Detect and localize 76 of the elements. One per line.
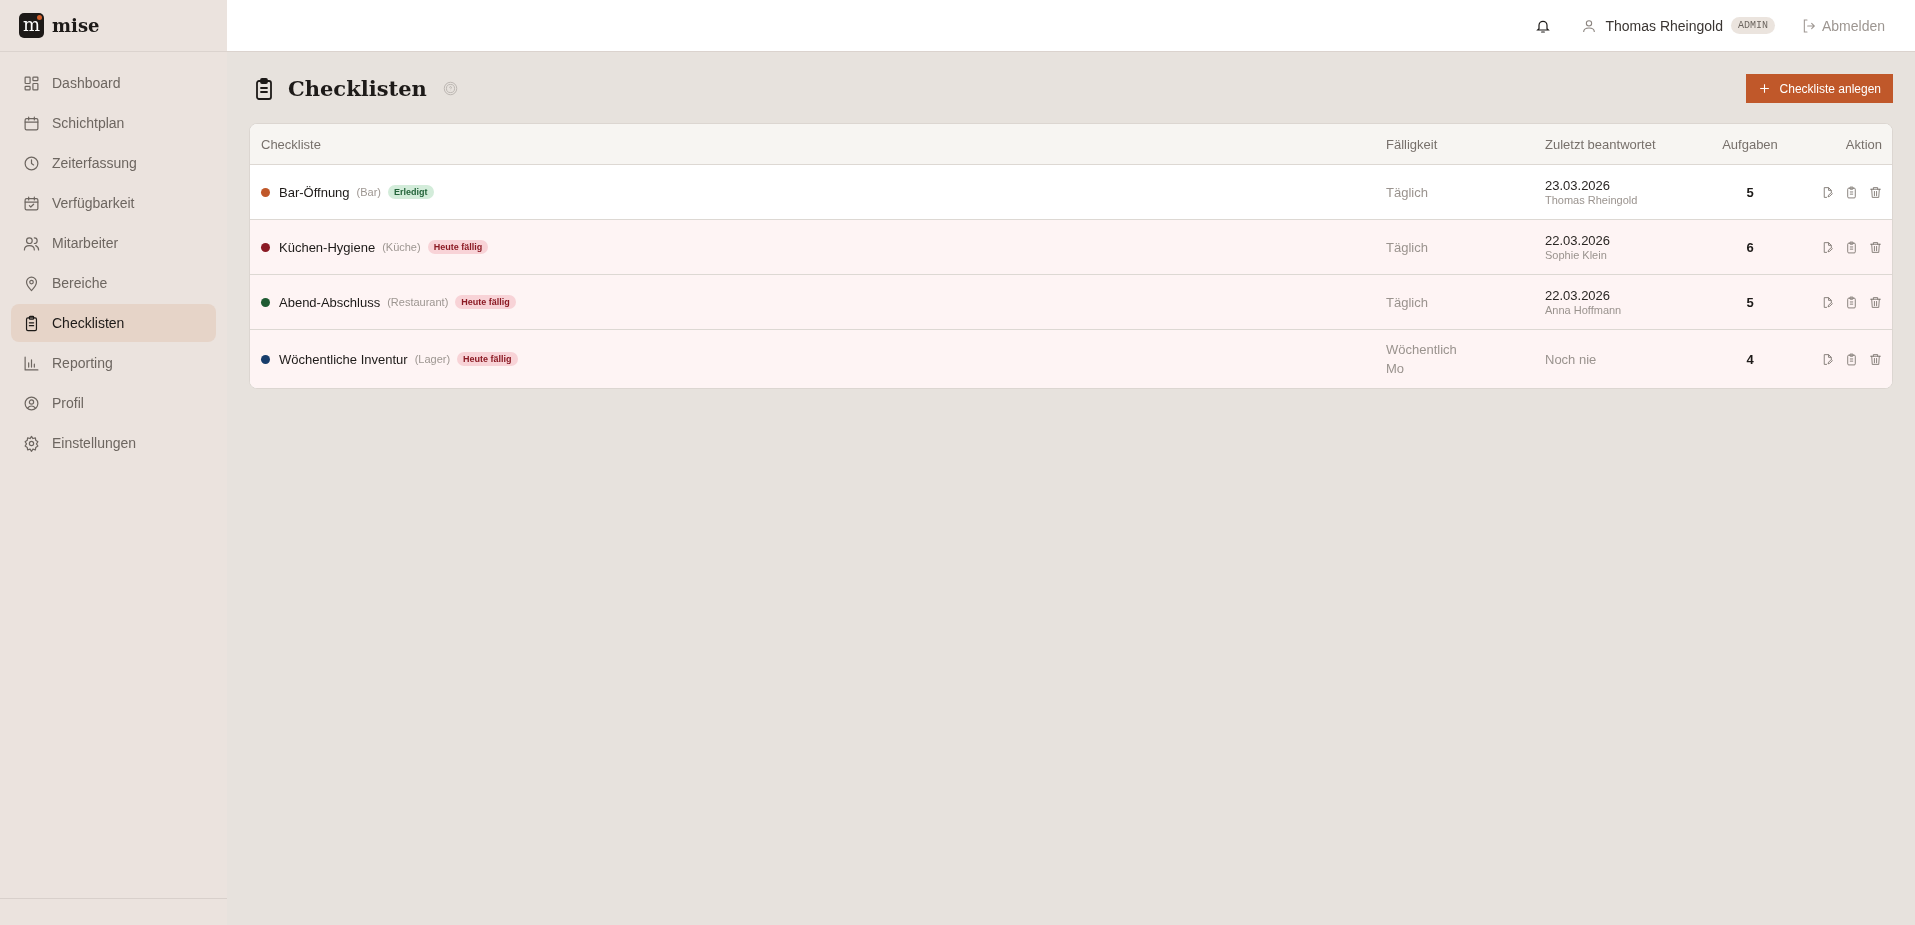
clipboard-icon[interactable] bbox=[1845, 185, 1858, 199]
area-label: (Lager) bbox=[414, 353, 451, 365]
trash-icon[interactable] bbox=[1869, 295, 1882, 309]
sidebar-item[interactable]: Zeiterfassung bbox=[11, 144, 216, 182]
trash-icon[interactable] bbox=[1869, 352, 1882, 366]
edit-file-icon[interactable] bbox=[1821, 352, 1834, 366]
sidebar-item[interactable]: Einstellungen bbox=[11, 424, 216, 462]
clipboard-icon[interactable] bbox=[1845, 240, 1858, 254]
bar-chart-icon bbox=[23, 354, 40, 372]
user-circle-icon bbox=[23, 394, 40, 412]
plus-icon bbox=[1757, 82, 1771, 95]
checklist-name: Abend-Abschluss bbox=[279, 294, 381, 310]
sidebar-item[interactable]: Bereiche bbox=[11, 264, 216, 302]
answered-by: Sophie Klein bbox=[1545, 249, 1608, 261]
clock-icon bbox=[23, 154, 40, 172]
dashboard-icon bbox=[23, 74, 40, 92]
map-pin-icon bbox=[23, 274, 40, 292]
table-row[interactable]: Abend-Abschluss (Restaurant) Heute fällig Täglich 22.03.2026 Anna Hoffmann 5 bbox=[250, 274, 1892, 329]
user-name: Thomas Rheingold bbox=[1605, 17, 1723, 34]
column-header: Checkliste bbox=[260, 136, 322, 152]
sidebar-item[interactable]: Schichtplan bbox=[11, 104, 216, 142]
status-badge: Heute fällig bbox=[427, 240, 489, 254]
edit-file-icon[interactable] bbox=[1821, 295, 1834, 309]
task-count: 5 bbox=[1746, 295, 1754, 310]
due-text: Täglich bbox=[1386, 294, 1428, 310]
area-label: (Restaurant) bbox=[387, 296, 449, 308]
brand-name: mise bbox=[52, 15, 100, 36]
page-title: Checklisten bbox=[288, 76, 427, 101]
sidebar-item[interactable]: Profil bbox=[11, 384, 216, 422]
checklist-name: Bar-Öffnung bbox=[279, 184, 350, 200]
column-header: Zuletzt beantwortet bbox=[1545, 136, 1657, 152]
due-text: Täglich bbox=[1386, 184, 1428, 200]
edit-file-icon[interactable] bbox=[1821, 240, 1834, 254]
answered-by: Thomas Rheingold bbox=[1545, 194, 1639, 206]
logo-icon: m bbox=[19, 13, 44, 38]
answered-date: 23.03.2026 bbox=[1545, 178, 1612, 193]
answered-date: 22.03.2026 bbox=[1545, 233, 1612, 248]
sidebar-item[interactable]: Mitarbeiter bbox=[11, 224, 216, 262]
status-badge: Heute fällig bbox=[455, 295, 516, 309]
clipboard-icon[interactable] bbox=[1845, 352, 1858, 366]
status-badge: Heute fällig bbox=[457, 352, 518, 366]
checklist-name: Wöchentliche Inventur bbox=[279, 351, 408, 367]
edit-file-icon[interactable] bbox=[1821, 185, 1834, 199]
answered-text: Noch nie bbox=[1545, 352, 1597, 367]
users-icon bbox=[23, 234, 40, 252]
trash-icon[interactable] bbox=[1869, 185, 1882, 199]
column-header: Aufgaben bbox=[1721, 136, 1779, 152]
role-badge: ADMIN bbox=[1730, 17, 1775, 34]
due-text: Wöchentlich Mo bbox=[1386, 342, 1457, 376]
table-row[interactable]: Wöchentliche Inventur (Lager) Heute fällig Wöchentlich Mo Noch nie 4 bbox=[250, 329, 1892, 388]
area-label: (Bar) bbox=[356, 186, 382, 198]
task-count: 5 bbox=[1746, 185, 1754, 200]
user-icon bbox=[1581, 17, 1598, 34]
due-text: Täglich bbox=[1386, 239, 1428, 255]
logout-link[interactable]: Abmelden bbox=[1800, 17, 1885, 34]
calendar-check-icon bbox=[23, 194, 40, 212]
task-count: 6 bbox=[1746, 240, 1754, 255]
table-row[interactable]: Küchen-Hygiene (Küche) Heute fällig Täglich 22.03.2026 Sophie Klein 6 bbox=[250, 219, 1892, 274]
answered-date: 22.03.2026 bbox=[1545, 288, 1612, 303]
trash-icon[interactable] bbox=[1869, 240, 1882, 254]
add-checklist-button[interactable]: Checkliste anlegen bbox=[1745, 74, 1893, 103]
sidebar-item[interactable]: Dashboard bbox=[11, 64, 216, 102]
sidebar-item[interactable]: Reporting bbox=[11, 344, 216, 382]
column-header: Aktion bbox=[1844, 136, 1883, 152]
status-badge: Erledigt bbox=[388, 185, 434, 199]
answered-by: Anna Hoffmann bbox=[1545, 304, 1623, 316]
settings-icon bbox=[23, 434, 40, 452]
column-header: Fälligkeit bbox=[1386, 136, 1439, 152]
area-label: (Küche) bbox=[382, 241, 421, 253]
sidebar-item[interactable]: Verfügbarkeit bbox=[11, 184, 216, 222]
clipboard-icon[interactable] bbox=[1845, 295, 1858, 309]
calendar-icon bbox=[23, 114, 40, 132]
clipboard-icon bbox=[23, 314, 40, 332]
checklist-name: Küchen-Hygiene bbox=[279, 239, 376, 255]
task-count: 4 bbox=[1746, 352, 1754, 367]
sidebar-item[interactable]: Checklisten bbox=[11, 304, 216, 342]
